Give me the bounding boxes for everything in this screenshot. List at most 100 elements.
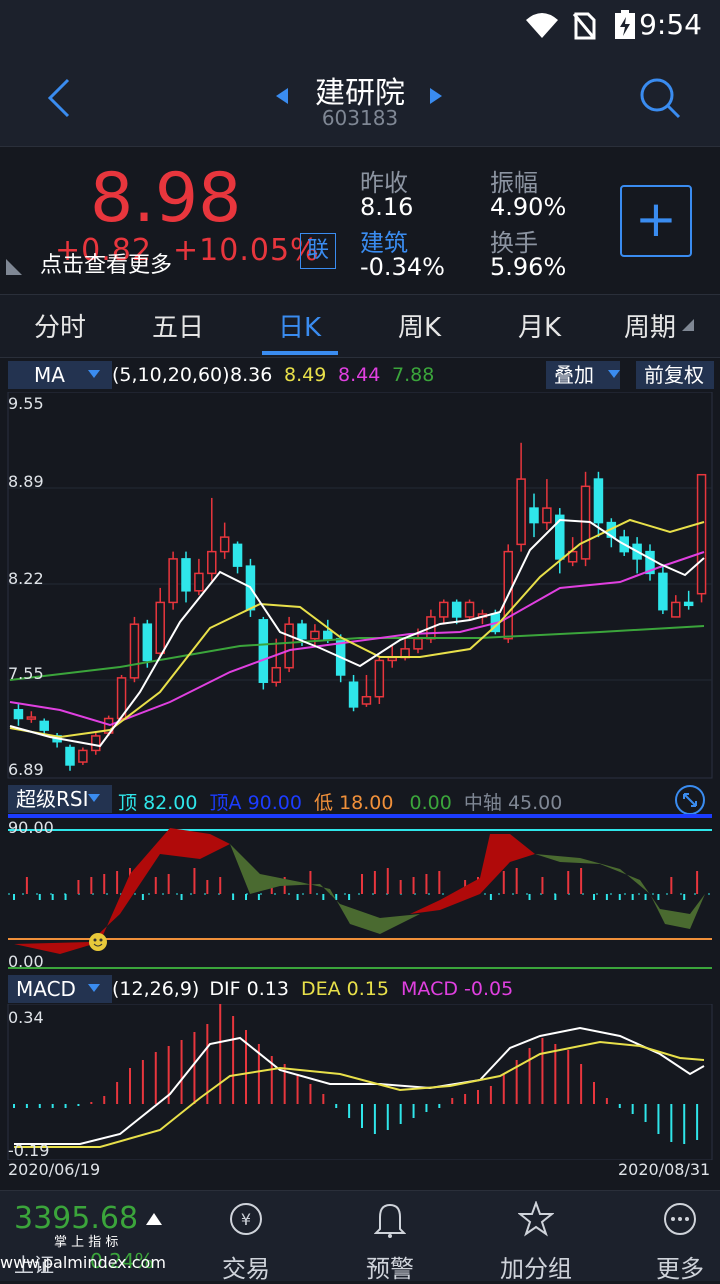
candle-body (323, 630, 333, 640)
ma20-value: 8.44 (338, 364, 381, 386)
tab-weekly-k[interactable]: 周K (398, 307, 441, 344)
candle-body (181, 558, 191, 592)
candle-body (542, 507, 552, 524)
candle-body (168, 558, 178, 604)
candle-body (374, 659, 385, 698)
period-dropdown-icon (682, 319, 694, 331)
search-icon[interactable] (638, 76, 682, 120)
status-bar: 9:54 (0, 0, 720, 50)
header: 建研院 603183 (0, 50, 720, 146)
sector-value: -0.34% (360, 253, 445, 281)
ma5-value: 8.36 (230, 364, 273, 386)
ma-params: (5,10,20,60) (112, 364, 230, 386)
tab-five-day[interactable]: 五日 (152, 307, 204, 344)
rsi-dropdown-icon (88, 794, 100, 802)
wifi-icon (526, 13, 558, 38)
expand-icon[interactable] (674, 784, 706, 816)
nav-alert[interactable]: 预警 (330, 1191, 450, 1283)
candle-body (13, 709, 24, 720)
tab-period[interactable]: 周期 (624, 307, 676, 344)
nav-label: 加分组 (500, 1255, 572, 1283)
bell-icon (374, 1203, 406, 1238)
macd-legend: (12,26,9) DIF 0.13 DEA 0.15 MACD -0.05 (112, 978, 514, 1000)
candle-body (529, 507, 539, 524)
tip-text[interactable]: 点击查看更多 (40, 247, 172, 279)
ma60-value: 7.88 (392, 364, 435, 386)
battery-charging-icon (615, 10, 635, 39)
price-axis-label: 9.55 (8, 394, 44, 413)
watermark: 掌 上 指 标 (54, 1235, 119, 1250)
candle-body (142, 623, 153, 662)
candle-body (219, 536, 230, 553)
candle-body (39, 720, 49, 731)
link-badge[interactable]: 联 (300, 233, 336, 269)
candle-body (207, 550, 217, 575)
nav-label: 更多 (656, 1255, 704, 1283)
price-axis-label: 8.22 (8, 569, 44, 588)
stock-code: 603183 (321, 106, 399, 130)
macd-chart[interactable] (0, 1004, 720, 1160)
candle-body (271, 666, 281, 683)
date-end: 2020/08/31 (618, 1160, 711, 1179)
overlay-dropdown-icon (608, 370, 620, 378)
quote-panel: 8.98 +0.82 +10.05% 联 点击查看更多 昨收 8.16 建筑 -… (0, 146, 720, 295)
nav-add-group[interactable]: 加分组 (476, 1191, 596, 1283)
bottom-nav: 3395.68 上证 0.24% 掌 上 指 标 www.palmindex.c… (0, 1190, 720, 1283)
macd-axis-bottom: -0.19 (8, 1141, 50, 1160)
amplitude-value: 4.90% (490, 193, 567, 221)
candle-body (593, 478, 604, 524)
ma10-value: 8.49 (284, 364, 327, 386)
ma-dropdown-icon (88, 370, 100, 378)
add-watchlist-button[interactable]: + (620, 185, 692, 257)
index-expand-icon[interactable] (146, 1211, 162, 1225)
nav-label: 预警 (366, 1255, 414, 1283)
smiley-icon (89, 933, 107, 951)
prev-close-value: 8.16 (360, 193, 414, 221)
candle-body (155, 601, 165, 654)
candle-body (439, 601, 449, 618)
candle-body (78, 749, 88, 763)
candle-body (671, 601, 681, 618)
macd-axis-top: 0.34 (8, 1008, 44, 1027)
watermark-url: www.palmindex.com (0, 1253, 166, 1272)
tab-daily-k[interactable]: 日K (278, 307, 321, 344)
clock: 9:54 (639, 8, 702, 41)
candle-body (451, 601, 462, 618)
rsi-legend: 顶 82.00 顶A 90.00 低 18.00 0.00 中轴 45.00 (118, 792, 563, 814)
trade-icon: ¥ (230, 1203, 262, 1235)
next-stock-icon[interactable] (428, 86, 444, 106)
candle-body (297, 623, 307, 640)
period-tabs: 分时 五日 日K 周K 月K 周期 (0, 294, 720, 358)
price-axis-label: 6.89 (8, 760, 44, 779)
nav-label: 交易 (222, 1255, 270, 1283)
active-tab-indicator (262, 351, 338, 355)
tab-intraday[interactable]: 分时 (34, 307, 86, 344)
candle-body (464, 601, 475, 618)
candle-body (348, 681, 359, 708)
nav-trade[interactable]: ¥ 交易 (186, 1191, 306, 1283)
candle-body (310, 630, 320, 640)
nav-more[interactable]: 更多 (600, 1191, 720, 1283)
candle-body (413, 637, 423, 650)
candle-body (26, 716, 37, 720)
candle-body (516, 478, 526, 546)
candle-body (232, 543, 243, 567)
adjust-button[interactable]: 前复权 (636, 361, 714, 389)
price-axis-label: 8.89 (8, 472, 44, 491)
current-price: 8.98 (90, 159, 242, 238)
candle-body (258, 619, 269, 683)
rsi-axis-top: 90.00 (8, 818, 54, 837)
candle-body (284, 623, 294, 669)
macd-dropdown-icon (88, 984, 100, 992)
star-icon (518, 1201, 554, 1237)
tab-monthly-k[interactable]: 月K (518, 307, 561, 344)
price-axis-label: 7.55 (8, 664, 44, 683)
svg-text:¥: ¥ (241, 1210, 251, 1229)
turnover-value: 5.96% (490, 253, 567, 281)
rsi-chart[interactable] (0, 814, 720, 974)
date-start: 2020/06/19 (8, 1160, 101, 1179)
kline-chart[interactable] (0, 392, 720, 780)
ma60-line (9, 625, 705, 681)
candle-body (91, 735, 101, 752)
no-sim-icon (572, 12, 596, 40)
